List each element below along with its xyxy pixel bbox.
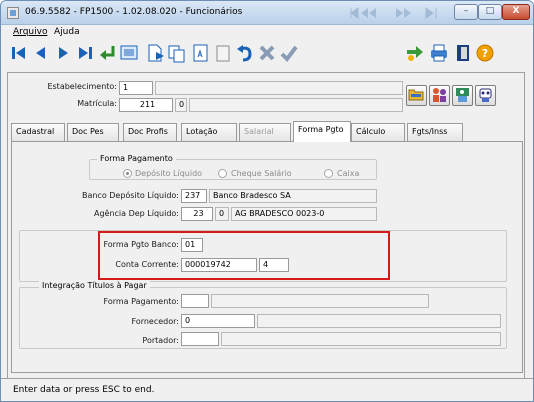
estabelecimento-label: Estabelecimento: [47, 82, 117, 91]
open-folder-icon [408, 89, 424, 101]
robot-button[interactable] [475, 85, 496, 106]
portador-label: Portador: [142, 336, 179, 345]
window-title: 06.9.5582 - FP1500 - 1.02.08.020 - Funci… [25, 7, 243, 17]
integracao-forma-field[interactable] [181, 294, 209, 308]
tab-doc-pes[interactable]: Doc Pes [67, 123, 119, 141]
open-folder-button[interactable] [406, 85, 427, 106]
copy-icon[interactable] [167, 42, 187, 64]
agencia-name-field: AG BRADESCO 0023-0 [231, 207, 377, 221]
previous-record-icon[interactable] [31, 42, 51, 64]
undo-icon[interactable] [235, 42, 255, 64]
tab-calculo[interactable]: Cálculo [351, 123, 405, 141]
banco-name-field: Banco Bradesco SA [209, 189, 377, 203]
menu-ajuda-label: Ajuda [54, 27, 80, 37]
integracao-group-title: Integração Títulos à Pagar [39, 281, 150, 290]
edit-icon[interactable] [191, 42, 211, 64]
new-document-icon[interactable] [145, 42, 165, 64]
help-icon[interactable]: ? [475, 42, 495, 64]
portador-field[interactable] [181, 332, 219, 346]
fornecedor-name-field [257, 314, 501, 328]
matricula-digit-field: 0 [175, 98, 187, 112]
highlight-box [98, 231, 390, 280]
agencia-code-field[interactable]: 23 [181, 207, 213, 221]
maximize-button[interactable]: □ [478, 4, 502, 20]
title-decoration-icon [350, 7, 437, 19]
radio-cheque-salario-label: Cheque Salário [231, 169, 292, 178]
portador-name-field [221, 332, 501, 346]
navigate-icon[interactable] [405, 42, 425, 64]
menu-bar: Arquivo Ajuda [1, 25, 533, 40]
toolbar: ? [7, 42, 527, 68]
matricula-label: Matrícula: [77, 99, 117, 108]
status-text: Enter data or press ESC to end. [13, 385, 155, 395]
robot-icon [479, 88, 492, 102]
forma-pagamento-group-title: Forma Pagamento [97, 154, 176, 163]
fornecedor-field[interactable]: 0 [181, 314, 255, 328]
integracao-forma-label: Forma Pagamento: [103, 297, 179, 306]
tab-salarial: Salarial [239, 123, 291, 141]
tab-forma-pgto[interactable]: Forma Pgto [293, 121, 351, 142]
tab-lotacao[interactable]: Lotação [181, 123, 237, 141]
minimize-button[interactable]: – [454, 4, 478, 20]
integracao-forma-desc-field [211, 294, 429, 308]
exit-icon[interactable] [453, 42, 473, 64]
print-icon[interactable] [429, 42, 449, 64]
menu-arquivo-label: Arquivo [13, 27, 48, 37]
matricula-name-field [189, 98, 403, 112]
estabelecimento-name-field [155, 81, 403, 95]
tab-fgts-inss[interactable]: Fgts/Inss [407, 123, 463, 141]
status-bar: Enter data or press ESC to end. [1, 378, 533, 401]
close-button[interactable]: X [502, 4, 530, 20]
banco-code-field[interactable]: 237 [181, 189, 207, 203]
menu-ajuda[interactable]: Ajuda [54, 27, 80, 37]
radio-caixa[interactable] [324, 169, 333, 178]
matricula-field[interactable]: 211 [119, 98, 173, 112]
people-button[interactable] [429, 85, 450, 106]
radio-deposito-liquido[interactable] [123, 169, 132, 178]
application-window: 06.9.5582 - FP1500 - 1.02.08.020 - Funci… [0, 0, 534, 402]
radio-cheque-salario[interactable] [218, 169, 227, 178]
next-record-icon[interactable] [53, 42, 73, 64]
banco-deposito-label: Banco Depósito Líquido: [81, 191, 179, 200]
agencia-digit-field: 0 [215, 207, 229, 221]
radio-caixa-label: Caixa [337, 169, 360, 178]
enter-icon[interactable] [97, 42, 117, 64]
tab-cadastral[interactable]: Cadastral [11, 123, 65, 141]
menu-arquivo[interactable]: Arquivo [13, 27, 47, 37]
title-bar[interactable]: 06.9.5582 - FP1500 - 1.02.08.020 - Funci… [1, 1, 533, 25]
search-person-button[interactable] [452, 85, 473, 106]
tab-doc-profis[interactable]: Doc Profis [123, 123, 177, 141]
fornecedor-label: Fornecedor: [131, 317, 180, 326]
delete-icon[interactable] [213, 42, 233, 64]
zoom-icon[interactable] [119, 42, 139, 64]
app-icon [7, 7, 19, 19]
agencia-dep-label: Agência Dep Líquido: [93, 209, 179, 218]
cancel-icon[interactable] [257, 42, 277, 64]
last-record-icon[interactable] [75, 42, 95, 64]
first-record-icon[interactable] [9, 42, 29, 64]
people-icon [433, 88, 446, 102]
estabelecimento-field[interactable]: 1 [119, 81, 153, 95]
svg-text:?: ? [482, 47, 488, 60]
search-person-icon [456, 88, 469, 102]
radio-deposito-liquido-label: Depósito Líquido [135, 169, 203, 178]
confirm-icon[interactable] [279, 42, 299, 64]
